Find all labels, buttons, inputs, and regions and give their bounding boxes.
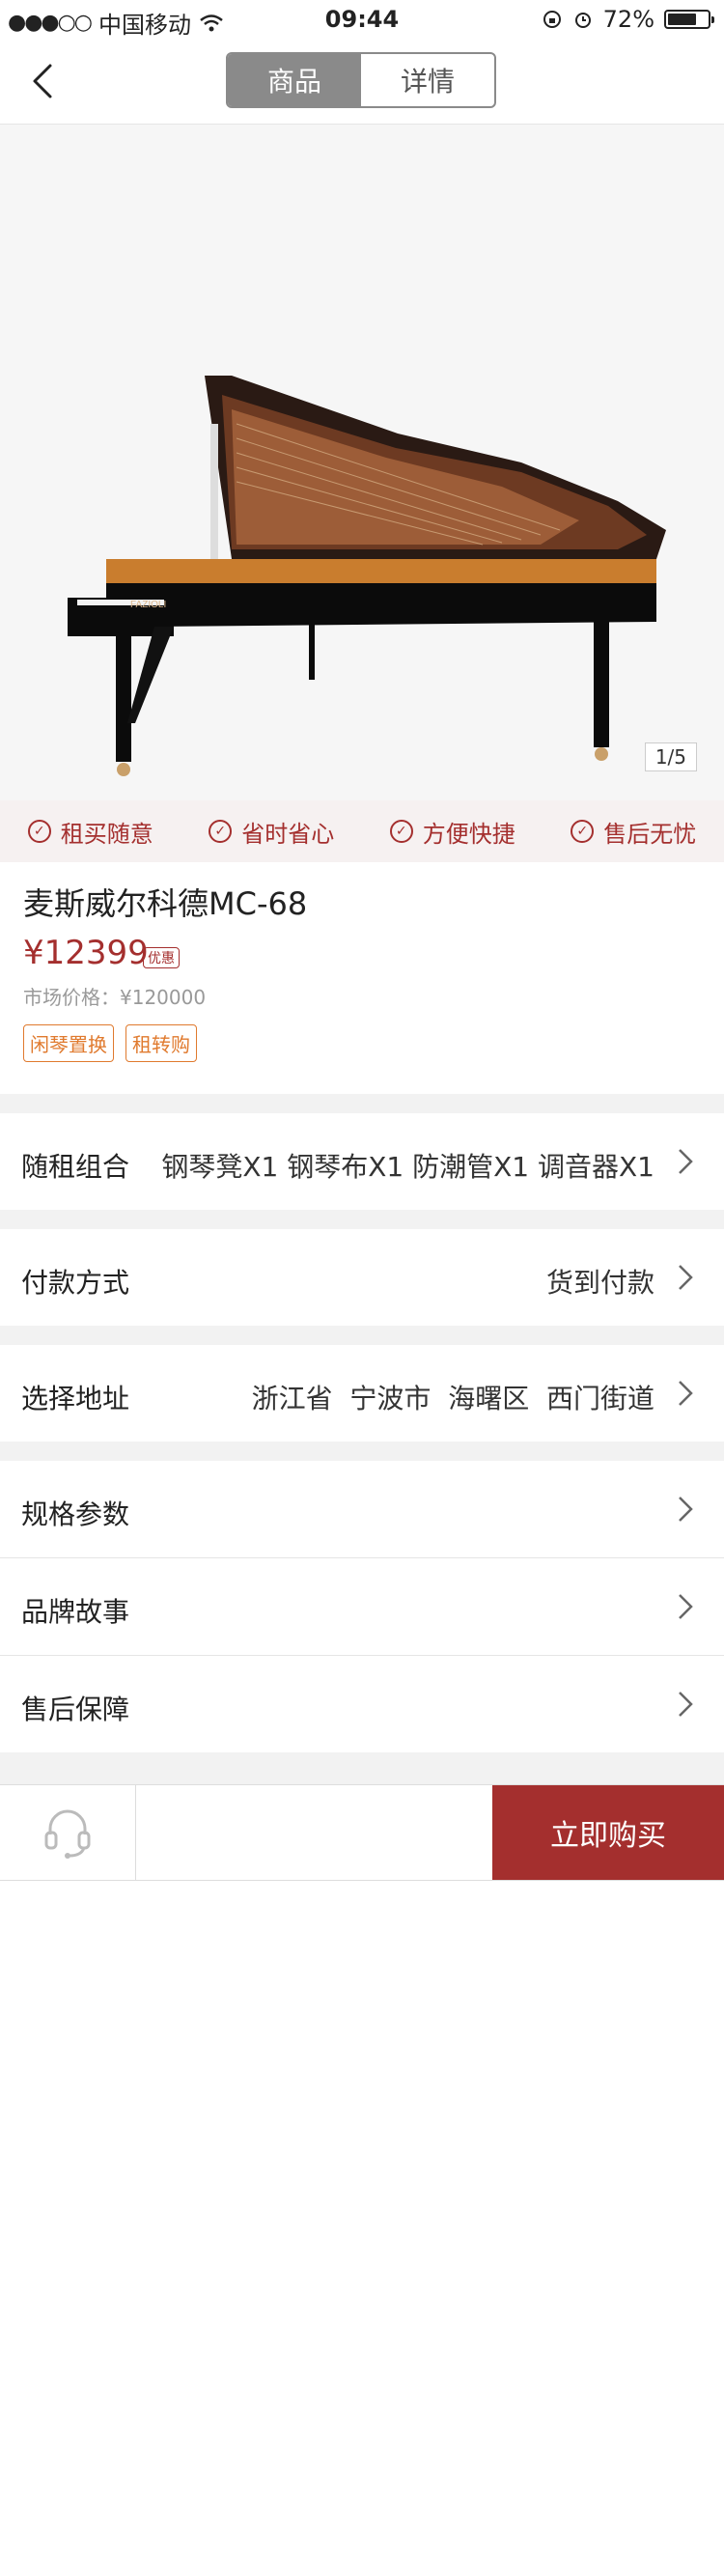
row-label: 品牌故事 bbox=[21, 1596, 130, 1628]
back-button[interactable] bbox=[23, 60, 66, 102]
row-label: 随租组合 bbox=[21, 1151, 130, 1183]
row-value: 钢琴凳X1 钢琴布X1 防潮管X1 调音器X1 bbox=[161, 1151, 654, 1183]
status-bar: ●●●○○ 中国移动 09:44 72% bbox=[0, 0, 724, 39]
chevron-right-icon bbox=[679, 1381, 693, 1406]
tag-rent-to-buy[interactable]: 租转购 bbox=[125, 1024, 197, 1062]
row-label: 付款方式 bbox=[21, 1267, 130, 1299]
segment-control: 商品 详情 bbox=[226, 52, 496, 108]
section-gap bbox=[0, 1210, 724, 1229]
check-circle-icon: ✓ bbox=[571, 820, 595, 843]
lock-rotation-icon bbox=[543, 11, 561, 28]
promise-item: ✓ 省时省心 bbox=[209, 815, 334, 849]
promise-label: 方便快捷 bbox=[422, 820, 515, 848]
tab-detail[interactable]: 详情 bbox=[361, 54, 494, 106]
piano-brand-text: FAZIOLI bbox=[130, 600, 166, 610]
row-after-sales[interactable]: 售后保障 bbox=[0, 1656, 724, 1752]
row-rental-bundle[interactable]: 随租组合 钢琴凳X1 钢琴布X1 防潮管X1 调音器X1 bbox=[0, 1113, 724, 1210]
discount-badge: 优惠 bbox=[143, 947, 180, 968]
status-right: 72% bbox=[542, 6, 714, 33]
battery-fill bbox=[668, 14, 696, 25]
product-price: ¥12399 bbox=[23, 934, 149, 972]
alarm-icon bbox=[574, 13, 591, 28]
chevron-right-icon bbox=[679, 1692, 693, 1717]
chevron-right-icon bbox=[679, 1497, 693, 1522]
product-gallery[interactable]: FAZIOLI 1/5 bbox=[0, 125, 724, 800]
bottom-action-bar: 立即购买 bbox=[0, 1784, 724, 1881]
product-info: 麦斯威尔科德MC-68 ¥12399 优惠 市场价格：¥120000 闲琴置换 … bbox=[0, 862, 724, 1094]
service-promises: ✓ 租买随意 ✓ 省时省心 ✓ 方便快捷 ✓ 售后无忧 bbox=[0, 800, 724, 862]
chevron-right-icon bbox=[679, 1594, 693, 1619]
promise-item: ✓ 售后无忧 bbox=[571, 815, 696, 849]
section-gap bbox=[0, 1752, 724, 1784]
row-value: 浙江省 宁波市 海曙区 西门街道 bbox=[251, 1383, 654, 1414]
gallery-pager: 1/5 bbox=[644, 742, 697, 771]
nav-bar: 商品 详情 bbox=[0, 39, 724, 125]
row-brand-story[interactable]: 品牌故事 bbox=[0, 1558, 724, 1655]
check-circle-icon: ✓ bbox=[389, 820, 413, 843]
tab-product[interactable]: 商品 bbox=[228, 54, 361, 106]
promise-item: ✓ 租买随意 bbox=[27, 815, 153, 849]
battery-percent: 72% bbox=[602, 6, 654, 33]
promise-label: 租买随意 bbox=[60, 820, 153, 848]
check-circle-icon: ✓ bbox=[27, 820, 51, 843]
tag-trade-in[interactable]: 闲琴置换 bbox=[23, 1024, 114, 1062]
headset-icon bbox=[44, 1809, 91, 1859]
row-value: 货到付款 bbox=[545, 1267, 654, 1299]
promise-label: 省时省心 bbox=[241, 820, 335, 848]
battery-icon bbox=[664, 10, 714, 29]
row-address[interactable]: 选择地址 浙江省 宁波市 海曙区 西门街道 bbox=[0, 1345, 724, 1442]
piano-image: FAZIOLI bbox=[68, 376, 666, 776]
buy-now-button[interactable]: 立即购买 bbox=[492, 1785, 724, 1880]
section-gap bbox=[0, 1326, 724, 1345]
row-payment[interactable]: 付款方式 货到付款 bbox=[0, 1229, 724, 1326]
chevron-right-icon bbox=[679, 1265, 693, 1290]
row-label: 售后保障 bbox=[21, 1694, 130, 1725]
promise-label: 售后无忧 bbox=[603, 820, 697, 848]
row-label: 选择地址 bbox=[21, 1383, 130, 1414]
product-title: 麦斯威尔科德MC-68 bbox=[23, 885, 308, 922]
section-gap bbox=[0, 1442, 724, 1461]
promise-item: ✓ 方便快捷 bbox=[389, 815, 515, 849]
check-circle-icon: ✓ bbox=[209, 820, 233, 843]
section-gap bbox=[0, 1094, 724, 1113]
chevron-right-icon bbox=[679, 1149, 693, 1174]
row-label: 规格参数 bbox=[21, 1498, 130, 1530]
row-specs[interactable]: 规格参数 bbox=[0, 1461, 724, 1557]
market-price: 市场价格：¥120000 bbox=[23, 986, 207, 1009]
customer-service-button[interactable] bbox=[0, 1785, 136, 1880]
